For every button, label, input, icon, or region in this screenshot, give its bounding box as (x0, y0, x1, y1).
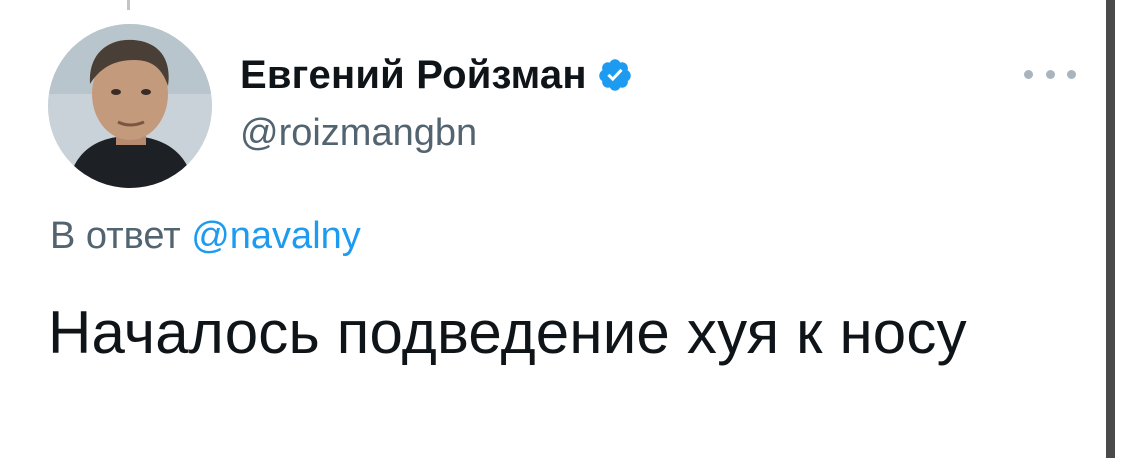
tweet-text: Началось подведение хуя к носу (48, 299, 967, 366)
avatar[interactable] (48, 24, 212, 188)
reply-to-handle-link[interactable]: @navalny (191, 215, 361, 257)
more-options-icon[interactable] (1024, 60, 1076, 88)
author-name-row[interactable]: Евгений Ройзман (240, 50, 633, 100)
scroll-edge-marker (127, 0, 130, 10)
author-handle[interactable]: @roizmangbn (240, 112, 477, 155)
more-dot (1024, 69, 1033, 79)
more-dot (1067, 69, 1076, 79)
more-dot (1045, 69, 1055, 79)
scrollbar[interactable] (1106, 0, 1115, 458)
profile-photo-icon (48, 24, 212, 188)
author-display-name[interactable]: Евгений Ройзман (240, 53, 587, 98)
reply-prefix: В ответ (50, 215, 181, 257)
reply-context: В ответ @navalny (50, 215, 361, 258)
verified-badge-icon (598, 59, 631, 91)
